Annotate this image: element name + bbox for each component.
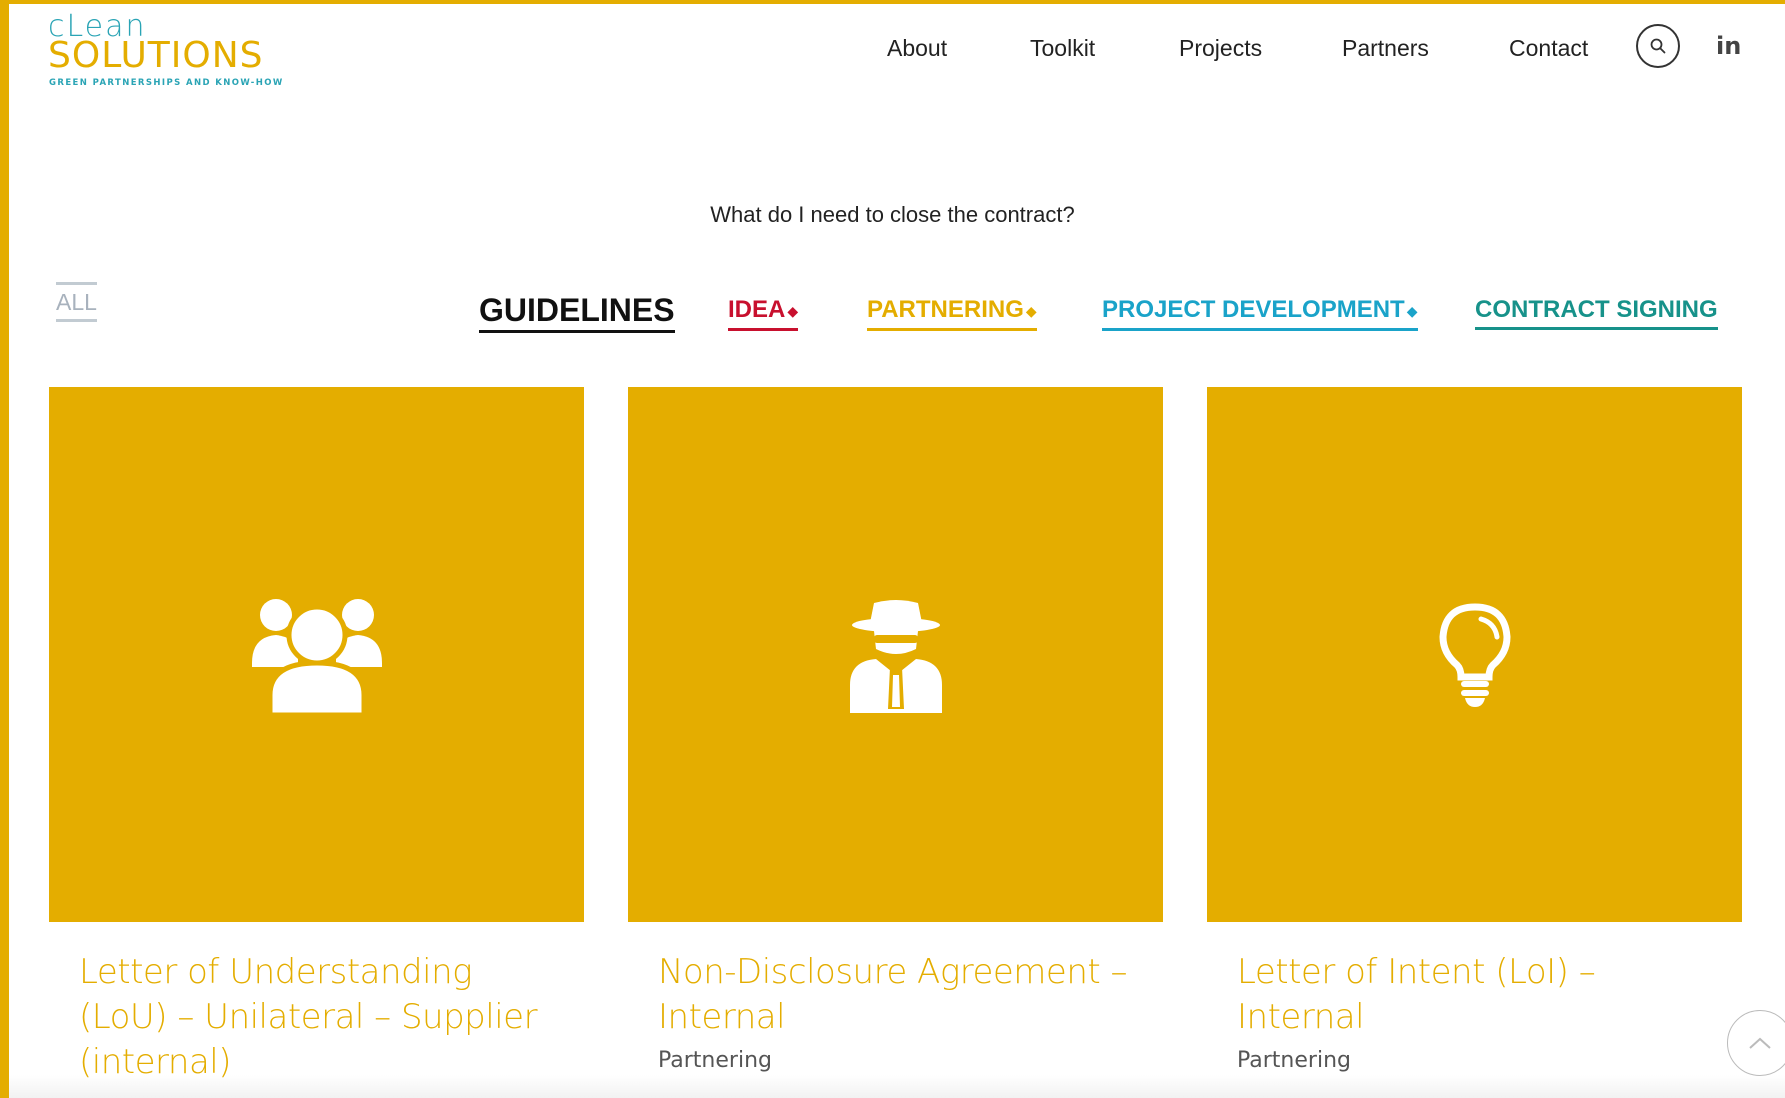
toolkit-card: Letter of Understanding (LoU) – Unilater…	[49, 387, 584, 1085]
site-logo[interactable]: cLean SOLUTIONS GREEN PARTNERSHIPS AND K…	[48, 12, 298, 89]
linkedin-icon[interactable]: in	[1716, 32, 1741, 60]
diamond-icon: ◆	[1025, 302, 1037, 319]
card-image[interactable]	[628, 387, 1163, 922]
card-title[interactable]: Letter of Understanding (LoU) – Unilater…	[79, 950, 559, 1085]
page-subtitle: What do I need to close the contract?	[710, 202, 1075, 227]
nav-partners[interactable]: Partners	[1342, 30, 1429, 66]
logo-tagline: GREEN PARTNERSHIPS AND KNOW-HOW	[49, 78, 284, 88]
filter-project-development-label: PROJECT DEVELOPMENT	[1102, 296, 1405, 323]
diamond-icon: ◆	[1406, 302, 1418, 319]
nav-projects[interactable]: Projects	[1179, 30, 1262, 66]
scroll-to-top-button[interactable]	[1727, 1010, 1785, 1076]
bottom-fade	[9, 1075, 1785, 1098]
filter-idea-label: IDEA	[728, 296, 786, 323]
filter-contract-signing[interactable]: CONTRACT SIGNING	[1475, 295, 1718, 330]
card-category[interactable]: Partnering	[658, 1048, 1163, 1073]
nav-toolkit[interactable]: Toolkit	[1030, 30, 1095, 66]
nav-about[interactable]: About	[887, 30, 947, 66]
search-icon	[1650, 38, 1666, 54]
spy-agent-icon	[849, 599, 942, 713]
card-image[interactable]	[49, 387, 584, 922]
filter-idea[interactable]: IDEA ◆	[728, 295, 799, 331]
filter-contract-signing-label: CONTRACT SIGNING	[1475, 296, 1718, 323]
nav-contact[interactable]: Contact	[1509, 30, 1588, 66]
filter-partnering-label: PARTNERING	[867, 296, 1024, 323]
users-group-icon	[251, 598, 382, 715]
filter-guidelines[interactable]: GUIDELINES	[479, 292, 675, 333]
lightbulb-icon	[1438, 602, 1511, 707]
filter-all[interactable]: ALL	[56, 282, 97, 322]
chevron-up-icon	[1749, 1037, 1771, 1049]
page-border-left	[0, 0, 9, 1098]
filter-project-development[interactable]: PROJECT DEVELOPMENT ◆	[1102, 295, 1418, 331]
toolkit-card: Non-Disclosure Agreement – Internal Part…	[628, 387, 1163, 1073]
card-image[interactable]	[1207, 387, 1742, 922]
card-title[interactable]: Letter of Intent (LoI) – Internal	[1237, 950, 1717, 1040]
card-title[interactable]: Non-Disclosure Agreement – Internal	[658, 950, 1138, 1040]
toolkit-card: Letter of Intent (LoI) – Internal Partne…	[1207, 387, 1742, 1073]
card-category[interactable]: Partnering	[1237, 1048, 1742, 1073]
search-button[interactable]	[1636, 24, 1680, 68]
page-border-top	[0, 0, 1785, 4]
diamond-icon: ◆	[787, 302, 799, 319]
logo-word-solutions: SOLUTIONS	[48, 35, 264, 76]
filter-partnering[interactable]: PARTNERING ◆	[867, 295, 1037, 331]
